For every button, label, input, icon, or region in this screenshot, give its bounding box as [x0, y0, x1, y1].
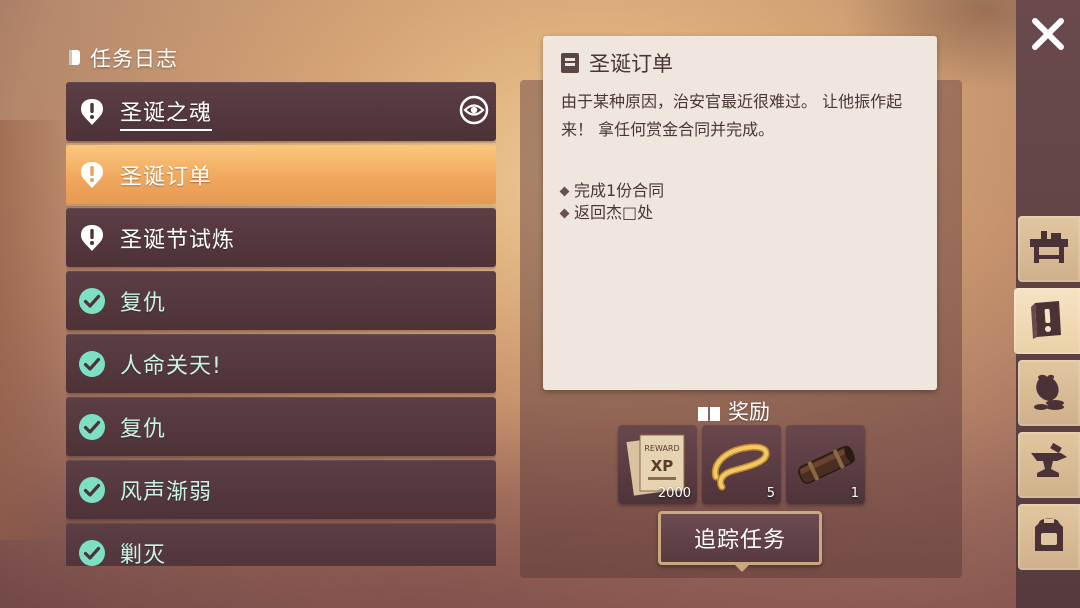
reward-count: 1 [850, 486, 859, 501]
detail-header: 圣诞订单 [561, 48, 673, 78]
rewards-title: 奖励 [698, 396, 770, 426]
reward-count: 2000 [657, 486, 691, 501]
completed-check-icon [78, 476, 106, 504]
quest-label: 剿灭 [120, 542, 167, 567]
quest-detail-panel: 圣诞订单 由于某种原因，治安官最近很难过。 让他振作起来！ 拿任何赏金合同并完成… [543, 36, 937, 390]
tab-quest-journal[interactable] [1014, 288, 1080, 354]
reward-slot[interactable]: REWARD XP 2000 [618, 425, 697, 504]
reward-slot[interactable]: 1 [786, 425, 865, 504]
quest-list[interactable]: 圣诞之魂 圣诞订单 圣诞节试炼 复仇 人命关天! 复仇 风声渐弱 剿灭 [66, 82, 496, 566]
quest-journal-icon [1027, 297, 1067, 345]
objective-bullet-icon [559, 208, 570, 218]
quest-item-selected[interactable]: 圣诞订单 [66, 145, 496, 204]
completed-check-icon [78, 539, 106, 567]
completed-check-icon [78, 413, 106, 441]
journal-book-icon [68, 49, 82, 67]
quest-item[interactable]: 人命关天! [66, 334, 496, 393]
objective-list: 完成1份合同 返回杰□处 [559, 180, 665, 224]
objective-text: 完成1份合同 [574, 181, 665, 200]
tab-inventory[interactable] [1018, 504, 1080, 570]
background-cliff [0, 120, 70, 540]
backpack-icon [1029, 513, 1069, 561]
rewards-title-label: 奖励 [728, 400, 770, 424]
active-quest-icon [78, 224, 106, 252]
objective-item: 返回杰□处 [559, 202, 664, 224]
quest-item[interactable]: 风声渐弱 [66, 460, 496, 519]
completed-check-icon [78, 350, 106, 378]
workbench-icon [1027, 227, 1071, 271]
objective-bullet-icon [559, 186, 570, 196]
quest-label: 圣诞节试炼 [120, 227, 236, 253]
svg-text:REWARD: REWARD [644, 444, 679, 453]
loot-bag-icon [1027, 369, 1071, 417]
detail-title: 圣诞订单 [589, 52, 673, 76]
gift-icon [698, 401, 720, 421]
tracked-eye-icon[interactable] [459, 95, 489, 125]
active-quest-icon [78, 161, 106, 189]
anvil-icon [1027, 442, 1071, 487]
quest-label: 圣诞订单 [120, 164, 213, 190]
quest-item[interactable]: 复仇 [66, 271, 496, 330]
svg-text:XP: XP [651, 457, 674, 475]
journal-title-label: 任务日志 [90, 47, 178, 71]
detail-description: 由于某种原因，治安官最近很难过。 让他振作起来！ 拿任何赏金合同并完成。 [561, 92, 903, 139]
objective-item: 完成1份合同 [559, 180, 665, 202]
completed-check-icon [78, 287, 106, 315]
tab-loot[interactable] [1018, 360, 1080, 426]
quest-label: 复仇 [120, 416, 167, 442]
quest-item[interactable]: 圣诞节试炼 [66, 208, 496, 267]
tab-smithing[interactable] [1018, 432, 1080, 498]
quest-item[interactable]: 圣诞之魂 [66, 82, 496, 141]
quest-label: 圣诞之魂 [120, 95, 213, 131]
quest-label: 复仇 [120, 290, 167, 316]
reward-slot[interactable]: 5 [702, 425, 781, 504]
quest-label: 风声渐弱 [120, 479, 213, 505]
quest-item[interactable]: 复仇 [66, 397, 496, 456]
quest-scroll-icon [561, 53, 579, 73]
objective-text: 返回杰□处 [574, 203, 654, 222]
track-quest-label: 追踪任务 [693, 528, 786, 553]
quest-label: 人命关天! [120, 353, 222, 379]
close-button[interactable] [1018, 8, 1078, 64]
reward-count: 5 [766, 486, 775, 501]
tab-crafting[interactable] [1018, 216, 1080, 282]
quest-item[interactable]: 剿灭 [66, 523, 496, 566]
active-quest-icon [78, 98, 106, 126]
track-quest-button[interactable]: 追踪任务 [658, 511, 822, 572]
journal-title: 任务日志 [68, 44, 178, 72]
close-icon [1031, 17, 1065, 55]
